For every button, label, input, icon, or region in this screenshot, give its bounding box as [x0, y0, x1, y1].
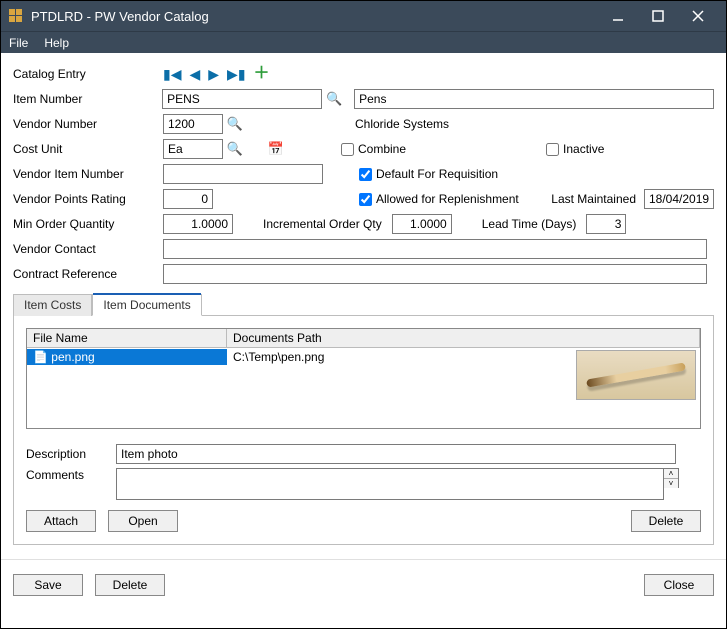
label-vendor-item-number: Vendor Item Number: [13, 167, 163, 181]
label-catalog-entry: Catalog Entry: [13, 67, 163, 81]
record-navigator: ▮◀ ◀ ▶ ▶▮ ＋: [163, 66, 270, 82]
doc-description-input[interactable]: [116, 444, 676, 464]
menu-bar: File Help: [1, 31, 726, 53]
documents-grid[interactable]: File Name Documents Path 📄 pen.png C:\Te…: [26, 328, 701, 429]
grid-cell-file: pen.png: [51, 350, 94, 364]
tab-item-costs[interactable]: Item Costs: [13, 294, 92, 316]
content-area: Catalog Entry ▮◀ ◀ ▶ ▶▮ ＋ Item Number 🔍 …: [1, 53, 726, 553]
label-lead-time: Lead Time (Days): [482, 217, 577, 231]
label-vendor-number: Vendor Number: [13, 117, 163, 131]
item-description-input[interactable]: [354, 89, 714, 109]
attach-button[interactable]: Attach: [26, 510, 96, 532]
label-item-number: Item Number: [13, 92, 162, 106]
close-form-button[interactable]: Close: [644, 574, 714, 596]
menu-file[interactable]: File: [9, 36, 28, 50]
last-maintained-input[interactable]: [644, 189, 714, 209]
window-title: PTDLRD - PW Vendor Catalog: [31, 9, 598, 24]
save-button[interactable]: Save: [13, 574, 83, 596]
inactive-checkbox[interactable]: Inactive: [546, 142, 604, 156]
label-contract-reference: Contract Reference: [13, 267, 163, 281]
label-incremental-order-qty: Incremental Order Qty: [263, 217, 382, 231]
combine-checkbox[interactable]: Combine: [341, 142, 406, 156]
cost-unit-lookup-icon[interactable]: 🔍: [227, 141, 243, 157]
file-icon: 📄: [33, 350, 48, 364]
grid-header-file[interactable]: File Name: [27, 329, 227, 347]
nav-last-icon[interactable]: ▶▮: [227, 67, 245, 81]
min-order-qty-input[interactable]: [163, 214, 233, 234]
label-doc-description: Description: [26, 447, 116, 461]
spin-up-icon[interactable]: ˄: [664, 469, 678, 479]
label-doc-comments: Comments: [26, 468, 116, 482]
spin-down-icon[interactable]: ˅: [664, 479, 678, 488]
label-cost-unit: Cost Unit: [13, 142, 163, 156]
label-vendor-points-rating: Vendor Points Rating: [13, 192, 163, 206]
vendor-number-lookup-icon[interactable]: 🔍: [227, 116, 243, 132]
footer-bar: Save Delete Close: [1, 566, 726, 606]
vendor-number-input[interactable]: [163, 114, 223, 134]
nav-next-icon[interactable]: ▶: [208, 67, 219, 81]
cost-unit-input[interactable]: [163, 139, 223, 159]
vendor-name: Chloride Systems: [355, 117, 449, 131]
label-last-maintained: Last Maintained: [551, 192, 636, 206]
label-vendor-contact: Vendor Contact: [13, 242, 163, 256]
item-number-input[interactable]: [162, 89, 322, 109]
label-min-order-qty: Min Order Quantity: [13, 217, 163, 231]
app-icon: [9, 9, 23, 23]
item-number-lookup-icon[interactable]: 🔍: [326, 91, 342, 107]
nav-first-icon[interactable]: ▮◀: [163, 67, 181, 81]
minimize-button[interactable]: [598, 1, 638, 31]
incremental-order-qty-input[interactable]: [392, 214, 452, 234]
doc-comments-input[interactable]: [116, 468, 664, 500]
nav-prev-icon[interactable]: ◀: [189, 67, 200, 81]
menu-help[interactable]: Help: [44, 36, 69, 50]
delete-button[interactable]: Delete: [95, 574, 165, 596]
title-bar: PTDLRD - PW Vendor Catalog: [1, 1, 726, 31]
cost-unit-detail-icon[interactable]: 📅: [267, 140, 285, 158]
tab-strip: Item Costs Item Documents: [13, 293, 714, 316]
nav-add-icon[interactable]: ＋: [254, 66, 270, 82]
contract-reference-input[interactable]: [163, 264, 707, 284]
default-requisition-checkbox[interactable]: Default For Requisition: [359, 167, 498, 181]
comments-spinner[interactable]: ˄ ˅: [664, 468, 679, 488]
close-button[interactable]: [678, 1, 718, 31]
tab-panel-documents: File Name Documents Path 📄 pen.png C:\Te…: [13, 316, 714, 545]
grid-header-path[interactable]: Documents Path: [227, 329, 700, 347]
maximize-button[interactable]: [638, 1, 678, 31]
delete-doc-button[interactable]: Delete: [631, 510, 701, 532]
open-button[interactable]: Open: [108, 510, 178, 532]
document-preview: [576, 350, 696, 400]
vendor-contact-input[interactable]: [163, 239, 707, 259]
lead-time-input[interactable]: [586, 214, 626, 234]
pen-icon: [586, 362, 686, 387]
allowed-replenishment-checkbox[interactable]: Allowed for Replenishment: [359, 192, 519, 206]
tab-item-documents[interactable]: Item Documents: [92, 294, 201, 316]
vendor-points-rating-input[interactable]: [163, 189, 213, 209]
vendor-item-number-input[interactable]: [163, 164, 323, 184]
